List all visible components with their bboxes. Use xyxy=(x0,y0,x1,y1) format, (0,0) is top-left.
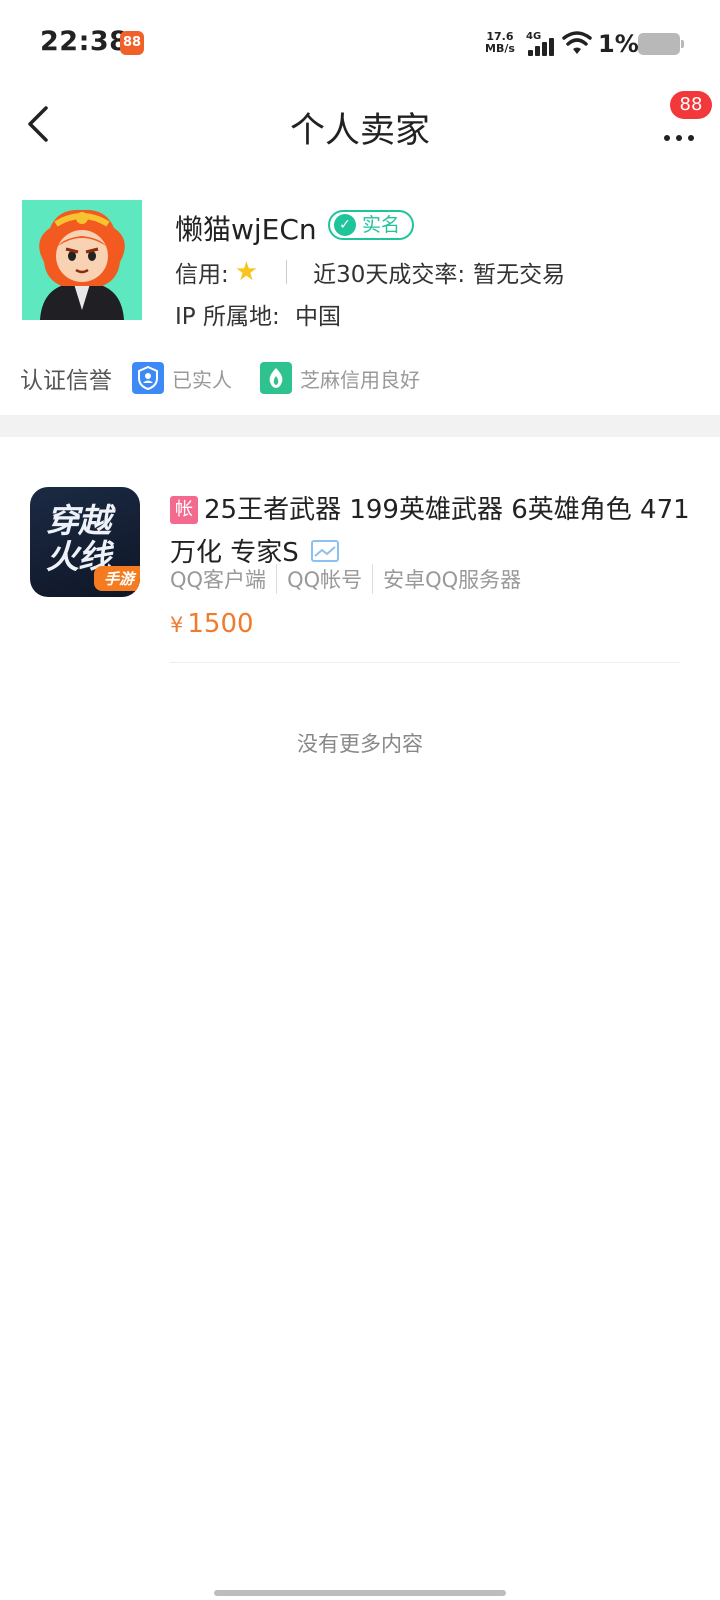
price-value: 1500 xyxy=(187,609,254,639)
status-time: 22:38 xyxy=(40,26,129,57)
meta-client: QQ客户端 xyxy=(170,568,267,592)
game-icon-text-line1: 穿越 xyxy=(46,501,111,540)
listing-title-text: 25王者武器 199英雄武器 6英雄角色 471万化 专家S xyxy=(170,495,690,568)
credit-label: 信用: xyxy=(175,262,229,288)
avatar-illustration xyxy=(22,200,142,320)
ip-value: 中国 xyxy=(295,304,342,330)
seller-name: 懒猫wjECn xyxy=(175,213,317,246)
trade-rate-value: 暂无交易 xyxy=(473,262,566,288)
sesame-credit-icon xyxy=(260,362,292,394)
star-icon: ★ xyxy=(234,257,259,287)
nav-bar: 个人卖家 xyxy=(0,88,720,164)
game-icon-tag: 手游 xyxy=(93,566,140,591)
listing-title: 帐 25王者武器 199英雄武器 6英雄角色 471万化 专家S xyxy=(170,489,690,575)
page-title: 个人卖家 xyxy=(289,111,430,151)
listing-divider xyxy=(170,662,680,663)
status-bar: 22:38 88 17.6 MB/s 4G 1% xyxy=(0,0,720,88)
meta-server: 安卓QQ服务器 xyxy=(383,568,522,592)
ip-location-row: IP 所属地: 中国 xyxy=(175,297,341,331)
more-dots-icon xyxy=(664,126,700,145)
currency-symbol: ¥ xyxy=(170,613,184,637)
cert-text-sesame-credit: 芝麻信用良好 xyxy=(300,367,420,392)
game-icon: 穿越 火线 手游 xyxy=(30,487,140,597)
divider xyxy=(286,260,288,284)
notification-badge: 88 xyxy=(670,91,712,119)
check-circle-icon: ✓ xyxy=(334,214,356,236)
meta-account-type: QQ帐号 xyxy=(287,568,363,592)
image-icon xyxy=(310,540,339,562)
section-divider xyxy=(0,415,720,437)
certification-row: 认证信誉 已实人 芝麻信用良好 xyxy=(20,360,700,396)
trade-rate-label: 近30天成交率: xyxy=(313,262,466,288)
cert-item-sesame-credit[interactable]: 芝麻信用良好 xyxy=(260,362,420,394)
person-shield-icon xyxy=(132,362,164,394)
cert-text-real-person: 已实人 xyxy=(172,367,232,392)
verified-label: 实名 xyxy=(362,214,401,236)
listing-price: ¥1500 xyxy=(170,609,254,639)
network-speed: 17.6 MB/s xyxy=(485,31,515,55)
meta-separator xyxy=(372,564,374,594)
wifi-icon xyxy=(562,31,592,54)
battery-icon xyxy=(638,33,684,55)
no-more-content: 没有更多内容 xyxy=(297,732,423,756)
listing-meta: QQ客户端 QQ帐号 安卓QQ服务器 xyxy=(170,564,521,594)
app-notification-icon: 88 xyxy=(120,31,144,55)
avatar[interactable] xyxy=(22,200,142,320)
listing-item[interactable]: 穿越 火线 手游 帐 25王者武器 199英雄武器 6英雄角色 471万化 专家S… xyxy=(0,437,720,677)
network-speed-unit: MB/s xyxy=(485,42,515,55)
meta-separator xyxy=(276,564,278,594)
cert-item-real-person[interactable]: 已实人 xyxy=(132,362,232,394)
ip-label: IP 所属地: xyxy=(175,304,280,330)
home-indicator[interactable] xyxy=(214,1590,506,1596)
signal-icon xyxy=(528,36,556,56)
verified-badge: ✓ 实名 xyxy=(328,210,415,240)
credit-row: 信用: ★ 近30天成交率: 暂无交易 xyxy=(175,255,565,289)
certification-label: 认证信誉 xyxy=(20,368,112,394)
account-tag: 帐 xyxy=(170,496,198,524)
battery-percent: 1% xyxy=(598,30,639,58)
